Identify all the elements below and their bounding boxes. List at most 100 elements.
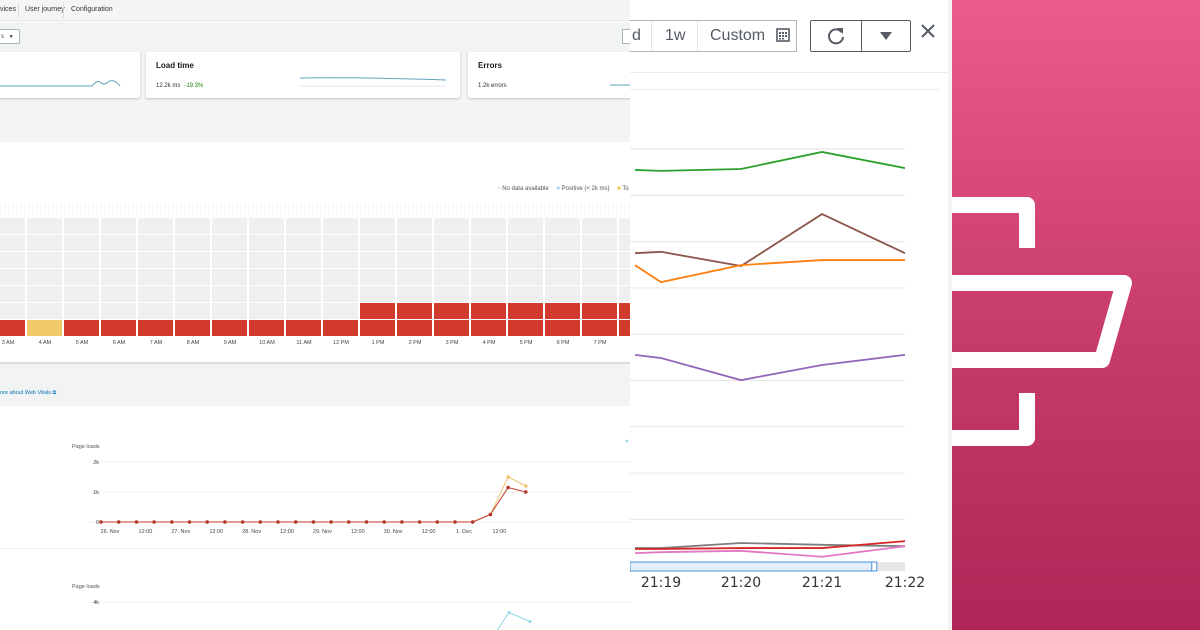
heatmap-cell-poor[interactable] xyxy=(508,303,543,319)
heatmap-cell-none[interactable] xyxy=(175,235,210,251)
heatmap-cell-poor[interactable] xyxy=(582,320,617,336)
heatmap-cell-none[interactable] xyxy=(64,252,99,268)
heatmap-cell-poor[interactable] xyxy=(175,320,210,336)
heatmap-cell-poor[interactable] xyxy=(101,320,136,336)
heatmap-cell-none[interactable] xyxy=(434,286,469,302)
heatmap-cell-none[interactable] xyxy=(397,286,432,302)
heatmap-cell-none[interactable] xyxy=(397,235,432,251)
heatmap-cell-none[interactable] xyxy=(286,252,321,268)
heatmap-cell-poor[interactable] xyxy=(138,320,173,336)
heatmap-cell-none[interactable] xyxy=(64,303,99,319)
heatmap-cell-none[interactable] xyxy=(249,218,284,234)
heatmap-cell-none[interactable] xyxy=(582,235,617,251)
heatmap-cell-none[interactable] xyxy=(508,235,543,251)
heatmap-cell-none[interactable] xyxy=(0,235,25,251)
heatmap-cell-none[interactable] xyxy=(545,252,580,268)
heatmap-cell-poor[interactable] xyxy=(545,303,580,319)
heatmap-cell-poor[interactable] xyxy=(360,303,395,319)
heatmap-cell-none[interactable] xyxy=(397,218,432,234)
heatmap-cell-none[interactable] xyxy=(101,286,136,302)
heatmap-cell-poor[interactable] xyxy=(545,320,580,336)
heatmap-cell-none[interactable] xyxy=(582,252,617,268)
heatmap-cell-none[interactable] xyxy=(0,269,25,285)
heatmap-cell-none[interactable] xyxy=(101,303,136,319)
heatmap-cell-none[interactable] xyxy=(434,218,469,234)
heatmap-cell-none[interactable] xyxy=(508,269,543,285)
heatmap-cell-none[interactable] xyxy=(64,218,99,234)
heatmap-cell-none[interactable] xyxy=(138,235,173,251)
heatmap-cell-none[interactable] xyxy=(27,252,62,268)
heatmap-cell-none[interactable] xyxy=(434,235,469,251)
heatmap-cell-poor[interactable] xyxy=(0,320,25,336)
heatmap-cell-none[interactable] xyxy=(360,269,395,285)
heatmap-cell-none[interactable] xyxy=(471,252,506,268)
heatmap-cell-poor[interactable] xyxy=(397,303,432,319)
heatmap-cell-none[interactable] xyxy=(360,235,395,251)
heatmap-cell-poor[interactable] xyxy=(212,320,247,336)
heatmap-cell-poor[interactable] xyxy=(249,320,284,336)
heatmap-cell-none[interactable] xyxy=(286,286,321,302)
heatmap-cell-none[interactable] xyxy=(545,269,580,285)
heatmap-cell-none[interactable] xyxy=(101,235,136,251)
heatmap-cell-none[interactable] xyxy=(64,269,99,285)
heatmap-cell-none[interactable] xyxy=(434,252,469,268)
heatmap-cell-none[interactable] xyxy=(27,286,62,302)
heatmap-cell-poor[interactable] xyxy=(619,303,630,319)
heatmap-cell-none[interactable] xyxy=(101,218,136,234)
heatmap-cell-none[interactable] xyxy=(323,303,358,319)
heatmap-cell-none[interactable] xyxy=(397,269,432,285)
heatmap-cell-none[interactable] xyxy=(138,269,173,285)
heatmap-cell-none[interactable] xyxy=(249,269,284,285)
heatmap-cell-none[interactable] xyxy=(175,218,210,234)
heatmap-cell-none[interactable] xyxy=(249,286,284,302)
heatmap-cell-none[interactable] xyxy=(0,252,25,268)
heatmap-cell-none[interactable] xyxy=(471,235,506,251)
heatmap-cell-none[interactable] xyxy=(508,252,543,268)
heatmap-cell-none[interactable] xyxy=(323,235,358,251)
heatmap-cell-none[interactable] xyxy=(508,218,543,234)
heatmap-cell-none[interactable] xyxy=(101,269,136,285)
heatmap-cell-none[interactable] xyxy=(212,303,247,319)
heatmap-cell-none[interactable] xyxy=(582,218,617,234)
heatmap-cell-none[interactable] xyxy=(0,303,25,319)
heatmap-cell-poor[interactable] xyxy=(286,320,321,336)
heatmap-cell-poor[interactable] xyxy=(323,320,358,336)
heatmap-cell-none[interactable] xyxy=(545,286,580,302)
heatmap-cell-none[interactable] xyxy=(471,269,506,285)
heatmap-cell-none[interactable] xyxy=(286,269,321,285)
heatmap-cell-poor[interactable] xyxy=(471,320,506,336)
heatmap-cell-none[interactable] xyxy=(619,218,630,234)
heatmap-cell-none[interactable] xyxy=(0,218,25,234)
heatmap-cell-none[interactable] xyxy=(175,269,210,285)
heatmap-cell-none[interactable] xyxy=(138,286,173,302)
heatmap-cell-none[interactable] xyxy=(582,269,617,285)
heatmap-cell-poor[interactable] xyxy=(434,303,469,319)
heatmap-cell-none[interactable] xyxy=(471,218,506,234)
heatmap-cell-none[interactable] xyxy=(619,286,630,302)
heatmap-cell-none[interactable] xyxy=(175,303,210,319)
heatmap-cell-none[interactable] xyxy=(434,269,469,285)
heatmap-cell-none[interactable] xyxy=(212,252,247,268)
heatmap-cell-none[interactable] xyxy=(323,286,358,302)
heatmap-cell-none[interactable] xyxy=(286,218,321,234)
heatmap-cell-none[interactable] xyxy=(138,218,173,234)
heatmap-cell-poor[interactable] xyxy=(471,303,506,319)
heatmap-cell-none[interactable] xyxy=(64,286,99,302)
heatmap-cell-none[interactable] xyxy=(286,235,321,251)
heatmap-cell-none[interactable] xyxy=(212,235,247,251)
heatmap-cell-poor[interactable] xyxy=(64,320,99,336)
heatmap-cell-poor[interactable] xyxy=(360,320,395,336)
heatmap-cell-poor[interactable] xyxy=(582,303,617,319)
heatmap-cell-poor[interactable] xyxy=(397,320,432,336)
heatmap-cell-none[interactable] xyxy=(212,269,247,285)
heatmap-cell-none[interactable] xyxy=(101,252,136,268)
heatmap-cell-none[interactable] xyxy=(619,235,630,251)
heatmap-cell-none[interactable] xyxy=(508,286,543,302)
heatmap-cell-poor[interactable] xyxy=(434,320,469,336)
heatmap-cell-none[interactable] xyxy=(249,303,284,319)
heatmap-cell-none[interactable] xyxy=(397,252,432,268)
heatmap-cell-none[interactable] xyxy=(545,235,580,251)
heatmap-cell-none[interactable] xyxy=(27,269,62,285)
heatmap-cell-none[interactable] xyxy=(212,218,247,234)
heatmap-cell-poor[interactable] xyxy=(619,320,630,336)
